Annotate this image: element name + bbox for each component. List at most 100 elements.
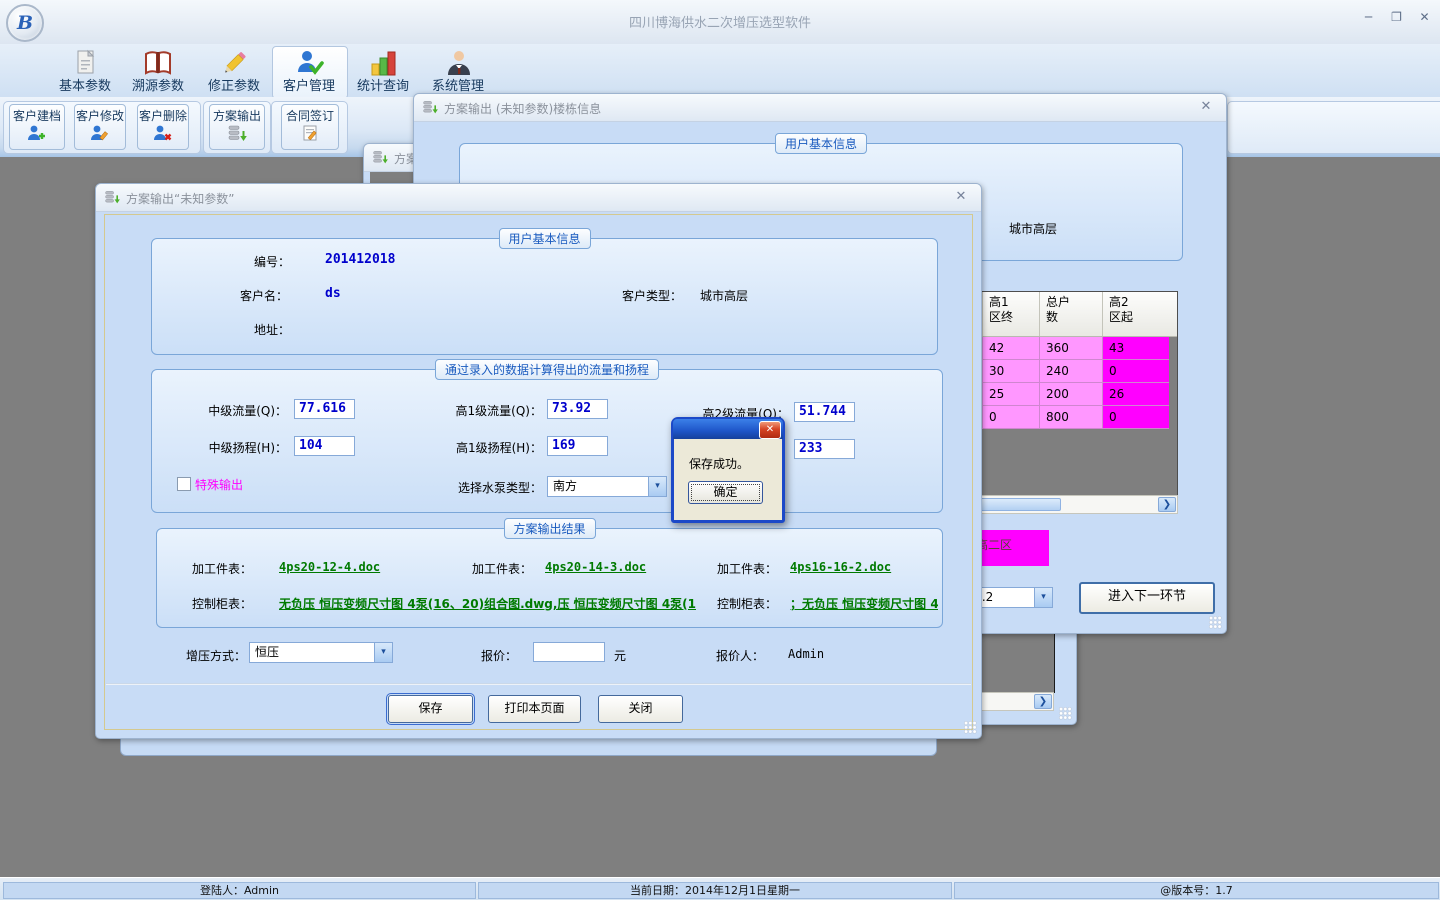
table-cell[interactable]: 30	[983, 360, 1040, 383]
scroll-right-icon[interactable]: ❯	[1034, 694, 1052, 709]
msgbox-text: 保存成功。	[689, 455, 749, 472]
table-cell[interactable]: 43	[1103, 337, 1169, 360]
table-cell[interactable]: 26	[1103, 383, 1169, 406]
chevron-down-icon[interactable]: ▾	[1034, 588, 1052, 607]
header-cell[interactable]: 高2 区起	[1103, 292, 1169, 336]
h1-head-input[interactable]: 169	[547, 436, 608, 456]
mid-head-input[interactable]: 104	[294, 436, 355, 456]
close-icon[interactable]: ✕	[1198, 99, 1214, 115]
parts-table-label: 加工件表：	[192, 560, 252, 577]
ribbon-item-correction-params[interactable]: 修正参数	[204, 46, 264, 96]
special-output-label: 特殊输出	[195, 476, 243, 493]
parts-doc-link[interactable]: 4ps16-16-2.doc	[790, 560, 891, 574]
customer-create-button[interactable]: 客户建档	[9, 104, 65, 150]
scroll-right-icon[interactable]: ❯	[1158, 497, 1176, 512]
special-output-checkbox[interactable]	[177, 477, 191, 491]
quote-input[interactable]	[533, 642, 605, 662]
ribbon-item-basic-params[interactable]: 基本参数	[55, 46, 115, 96]
contract-sign-button[interactable]: 合同签订	[281, 104, 339, 150]
table-cell[interactable]: 25	[983, 383, 1040, 406]
group-caption: 用户基本信息	[498, 228, 590, 249]
ribbon-item-system-mgmt[interactable]: 系统管理	[428, 46, 488, 96]
person-add-icon	[27, 124, 47, 142]
cabinet-table-label: 控制柜表：	[192, 595, 252, 612]
pump-type-combo[interactable]: 南方 ▾	[547, 476, 667, 497]
group-caption: 用户基本信息	[775, 133, 867, 154]
customer-modify-button[interactable]: 客户修改	[74, 104, 126, 150]
resize-grip[interactable]	[1059, 707, 1072, 720]
table-cell[interactable]: 800	[1040, 406, 1103, 429]
status-login: 登陆人：Admin	[3, 882, 476, 899]
ribbon-item-customer-mgmt[interactable]: 客户管理	[279, 46, 339, 96]
save-success-msgbox: ✕ 保存成功。 确定	[671, 417, 785, 523]
ok-button[interactable]: 确定	[688, 481, 763, 504]
cabinet-dwg-link[interactable]: 无负压 恒压变频尺寸图 4泵(16、20)组合图.dwg,压 恒压变频尺寸图 4…	[279, 595, 717, 612]
scheme-output-title: 方案输出“未知参数”	[126, 190, 234, 207]
building-info-titlebar[interactable]: 方案输出 (未知参数)楼栋信息 ✕	[414, 94, 1226, 122]
save-button[interactable]: 保存	[388, 695, 473, 723]
ribbon-item-source-params[interactable]: 溯源参数	[128, 46, 188, 96]
h2-head-input[interactable]: 233	[794, 439, 855, 459]
number-label: 编号：	[254, 253, 290, 270]
close-button[interactable]: 关闭	[598, 695, 683, 723]
parts-doc-link[interactable]: 4ps20-14-3.doc	[545, 560, 646, 574]
parts-doc-link[interactable]: 4ps20-12-4.doc	[279, 560, 380, 574]
zone-table-hscrollbar[interactable]: ❯	[964, 495, 1178, 514]
header-cell[interactable]: 高1 区终	[983, 292, 1040, 336]
app-title: 四川博海供水二次增压选型软件	[0, 12, 1440, 31]
toolbar-group-empty	[1227, 101, 1440, 154]
table-cell[interactable]: 200	[1040, 383, 1103, 406]
resize-grip[interactable]	[1209, 616, 1222, 629]
h2-flow-input[interactable]: 51.744	[794, 402, 855, 422]
customer-type-value: 城市高层	[700, 287, 748, 304]
quoter-value: Admin	[788, 647, 824, 661]
pressure-mode-value: 恒压	[255, 643, 279, 662]
customer-check-icon	[294, 48, 324, 78]
divider	[106, 683, 971, 685]
close-icon[interactable]: ✕	[953, 189, 969, 205]
cabinet-dwg-link[interactable]: ；无负压 恒压变频尺寸图 4	[790, 595, 938, 612]
customer-delete-button[interactable]: 客户删除	[137, 104, 189, 150]
scheme-output-button[interactable]: 方案输出	[209, 104, 265, 150]
user-type-value: 城市高层	[1009, 220, 1057, 237]
chevron-down-icon[interactable]: ▾	[648, 477, 666, 496]
next-step-button[interactable]: 进入下一环节	[1079, 582, 1215, 614]
pressure-mode-combo[interactable]: 恒压 ▾	[249, 642, 393, 663]
pressure-mode-label: 增压方式：	[186, 647, 246, 664]
building-info-title: 方案输出 (未知参数)楼栋信息	[444, 100, 601, 117]
application-window: B 四川博海供水二次增压选型软件 ─ ❐ ✕ 基本参数 溯源参数 修正参数 客户…	[0, 0, 1440, 900]
table-cell[interactable]: 240	[1040, 360, 1103, 383]
pump-type-label: 选择水泵类型：	[432, 479, 542, 496]
ribbon: 基本参数 溯源参数 修正参数 客户管理 统计查询 系统管理	[0, 44, 1440, 97]
msgbox-titlebar[interactable]: ✕	[673, 419, 783, 439]
table-cell[interactable]: 0	[1103, 406, 1169, 429]
mid-flow-input[interactable]: 77.616	[294, 399, 355, 419]
maximize-icon[interactable]: ❐	[1389, 10, 1404, 24]
close-icon[interactable]: ✕	[759, 421, 781, 439]
status-version: @版本号：1.7	[954, 882, 1439, 899]
book-icon	[143, 48, 173, 78]
mid-head-label: 中级扬程(H)：	[187, 439, 287, 456]
quote-unit-label: 元	[614, 647, 626, 664]
h1-flow-input[interactable]: 73.92	[547, 399, 608, 419]
table-cell[interactable]: 42	[983, 337, 1040, 360]
contract-icon	[300, 124, 320, 142]
bar-chart-icon	[368, 48, 398, 78]
print-page-button[interactable]: 打印本页面	[488, 695, 581, 723]
group-caption: 方案输出结果	[503, 518, 595, 539]
calc-results-group: 通过录入的数据计算得出的流量和扬程 中级流量(Q)： 77.616 高1级流量(…	[151, 369, 943, 513]
minimize-icon[interactable]: ─	[1361, 10, 1376, 24]
quoter-label: 报价人：	[716, 647, 764, 664]
resize-grip[interactable]	[964, 721, 977, 734]
table-cell[interactable]: 0	[1103, 360, 1169, 383]
table-cell[interactable]: 360	[1040, 337, 1103, 360]
mid-flow-label: 中级流量(Q)：	[187, 402, 287, 419]
scheme-output-titlebar[interactable]: 方案输出“未知参数” ✕	[96, 184, 981, 212]
table-cell[interactable]: 0	[983, 406, 1040, 429]
number-value: 201412018	[325, 252, 395, 267]
header-cell[interactable]: 总户 数	[1040, 292, 1103, 336]
status-date: 当前日期：2014年12月1日星期一	[478, 882, 952, 899]
chevron-down-icon[interactable]: ▾	[374, 643, 392, 662]
close-icon[interactable]: ✕	[1417, 10, 1432, 24]
ribbon-item-statistics[interactable]: 统计查询	[353, 46, 413, 96]
